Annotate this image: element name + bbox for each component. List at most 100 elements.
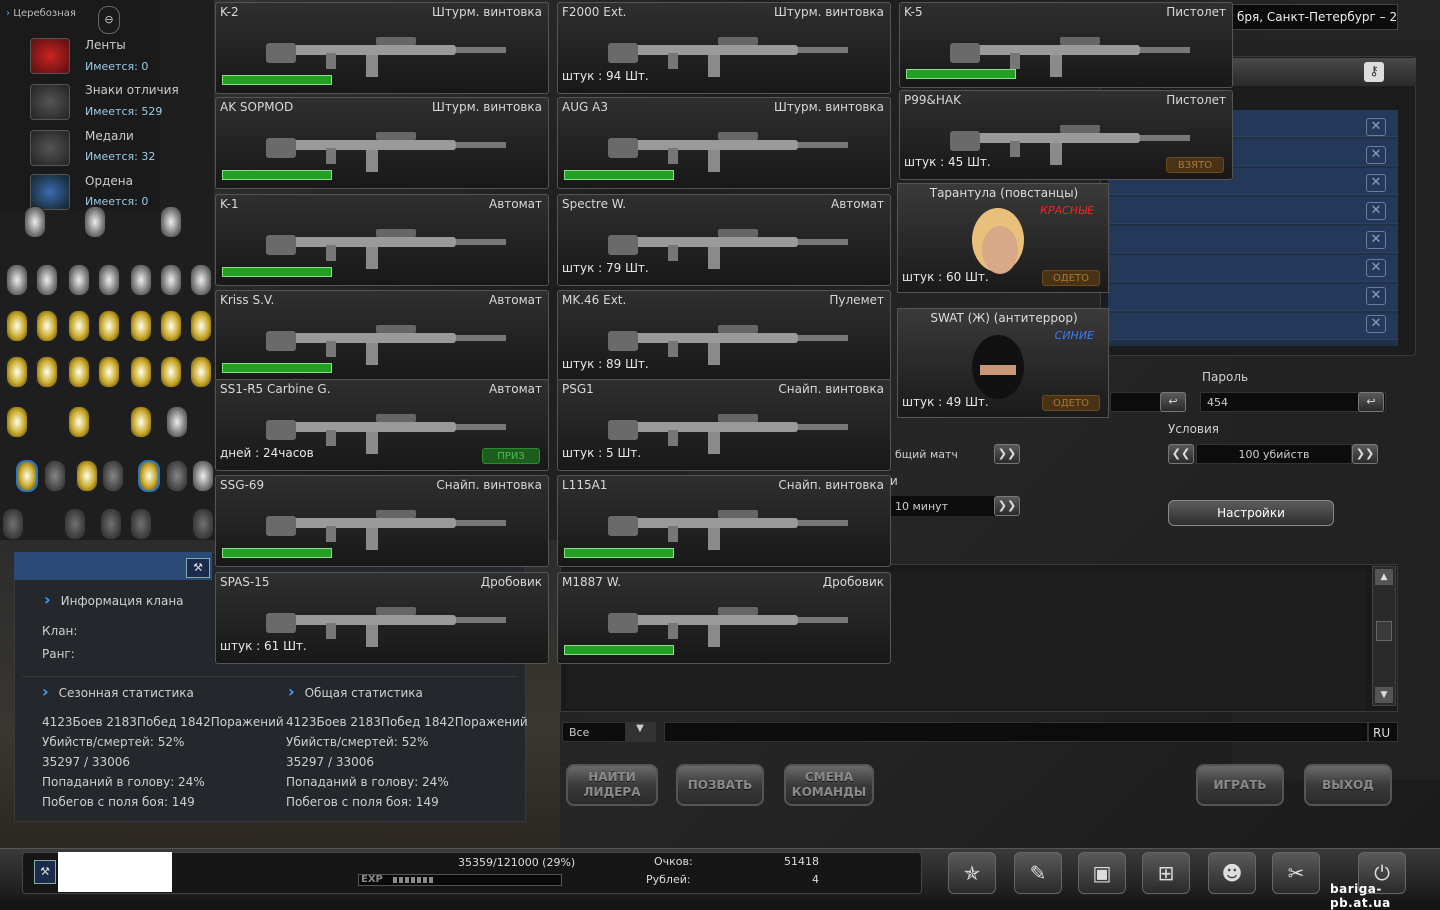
badge-icon[interactable] — [44, 460, 66, 492]
weapon-card[interactable]: M1887 W. Дробовик — [557, 572, 891, 664]
chevron-down-icon[interactable]: ▼ — [625, 723, 655, 741]
badge-icon[interactable] — [130, 310, 152, 342]
badge-icon[interactable] — [68, 356, 90, 388]
badge-icon[interactable] — [6, 264, 28, 296]
weapon-card[interactable]: K-2 Штурм. винтовка — [215, 2, 549, 94]
weapon-card[interactable]: AK SOPMOD Штурм. винтовка — [215, 97, 549, 189]
badge-icon[interactable] — [130, 508, 152, 540]
exit-button[interactable]: ВЫХОД — [1304, 764, 1392, 806]
close-icon[interactable]: ✕ — [1366, 287, 1386, 305]
badge-icon[interactable] — [160, 264, 182, 296]
weapon-card[interactable]: L115A1 Снайп. винтовка — [557, 475, 891, 567]
badge-icon[interactable] — [2, 508, 24, 540]
rank-title: › Церебозная — [6, 8, 76, 19]
close-icon[interactable]: ✕ — [1366, 118, 1386, 136]
badge-icon[interactable] — [68, 264, 90, 296]
badge-icon[interactable] — [100, 508, 122, 540]
badge-icon[interactable] — [64, 508, 86, 540]
next-arrow-icon[interactable]: ❯❯ — [994, 496, 1020, 516]
clan-icon[interactable]: ✎ — [1014, 852, 1062, 894]
badge-icon[interactable] — [130, 264, 152, 296]
badge-icon[interactable] — [190, 310, 212, 342]
shop-cart-icon[interactable]: ⊞ — [1142, 852, 1190, 894]
badge-icon[interactable] — [6, 356, 28, 388]
badge-icon[interactable] — [160, 206, 182, 238]
key-icon[interactable]: ⚷ — [1364, 62, 1384, 82]
badge-icon[interactable] — [84, 206, 106, 238]
weapon-type: Штурм. винтовка — [774, 100, 884, 114]
language-button[interactable]: RU — [1368, 722, 1398, 742]
weapon-card[interactable]: K-1 Автомат — [215, 194, 549, 286]
weapon-card[interactable]: Spectre W. Автомат штук : 79 Шт. — [557, 194, 891, 286]
badge-icon[interactable] — [192, 508, 214, 540]
arrow-icon[interactable]: ↩ — [1160, 392, 1186, 412]
weapon-card[interactable]: F2000 Ext. Штурм. винтовка штук : 94 Шт. — [557, 2, 891, 94]
badge-icon[interactable] — [98, 310, 120, 342]
change-team-button[interactable]: СМЕНА КОМАНДЫ — [784, 764, 874, 806]
close-icon[interactable]: ✕ — [1366, 259, 1386, 277]
prev-arrow-icon[interactable]: ❮❮ — [1168, 444, 1194, 464]
total-stat-line: Попаданий в голову: 24% — [286, 775, 449, 789]
badge-icon[interactable] — [130, 356, 152, 388]
weapon-card[interactable]: MK.46 Ext. Пулемет штук : 89 Шт. — [557, 290, 891, 382]
weapon-card[interactable]: SSG-69 Снайп. винтовка — [215, 475, 549, 567]
badge-icon[interactable] — [190, 356, 212, 388]
chat-scrollbar[interactable]: ▲ ▼ — [1372, 566, 1396, 706]
settings-wrench-icon[interactable]: ✂ — [1272, 852, 1320, 894]
chat-filter-select[interactable]: Все ▼ — [562, 722, 656, 742]
find-leader-button[interactable]: НАЙТИ ЛИДЕРА — [566, 764, 658, 806]
selected-badge-icon[interactable] — [138, 460, 160, 492]
weapon-card[interactable]: SPAS-15 Дробовик штук : 61 Шт. — [215, 572, 549, 664]
character-card[interactable]: SWAT (Ж) (антитеррор) СИНИЕ штук : 49 Шт. О… — [897, 308, 1109, 418]
badge-icon[interactable] — [190, 264, 212, 296]
weapon-card[interactable]: SS1-R5 Carbine G. Автомат дней : 24часов ПР… — [215, 379, 549, 471]
badge-icon[interactable] — [98, 356, 120, 388]
weapon-card[interactable]: K-5 Пистолет — [899, 2, 1233, 88]
weapon-card[interactable]: PSG1 Снайп. винтовка штук : 5 Шт. — [557, 379, 891, 471]
play-button[interactable]: ИГРАТЬ — [1196, 764, 1284, 806]
badge-icon[interactable] — [130, 406, 152, 438]
badge-icon[interactable] — [36, 310, 58, 342]
close-icon[interactable]: ✕ — [1366, 146, 1386, 164]
close-icon[interactable]: ✕ — [1366, 202, 1386, 220]
clan-mark-icon[interactable]: ⚒ — [186, 558, 210, 578]
character-card[interactable]: Тарантула (повстанцы) КРАСНЫЕ штук : 60 Шт… — [897, 183, 1109, 293]
settings-button[interactable]: Настройки — [1168, 500, 1334, 526]
badge-icon[interactable] — [192, 460, 214, 492]
arrow-icon[interactable]: ↩ — [1358, 392, 1384, 412]
badge-icon[interactable] — [166, 460, 188, 492]
chat-input[interactable] — [664, 722, 1368, 742]
scroll-down-icon[interactable]: ▼ — [1375, 687, 1393, 703]
friends-icon[interactable]: ☻ — [1208, 852, 1256, 894]
inventory-icon[interactable]: ▣ — [1078, 852, 1126, 894]
close-icon[interactable]: ✕ — [1366, 315, 1386, 333]
badge-icon[interactable] — [102, 460, 124, 492]
scroll-thumb[interactable] — [1376, 621, 1392, 641]
collapse-icon[interactable]: ⊖ — [98, 6, 120, 34]
badge-icon[interactable] — [166, 406, 188, 438]
weapon-card[interactable]: AUG A3 Штурм. винтовка — [557, 97, 891, 189]
rank-icon[interactable]: ✯ — [948, 852, 996, 894]
selected-badge-icon[interactable] — [16, 460, 38, 492]
badge-icon[interactable] — [36, 356, 58, 388]
badge-icon[interactable] — [160, 310, 182, 342]
close-icon[interactable]: ✕ — [1366, 231, 1386, 249]
badge-icon[interactable] — [36, 264, 58, 296]
badge-icon[interactable] — [98, 264, 120, 296]
scroll-up-icon[interactable]: ▲ — [1375, 569, 1393, 585]
badge-icon[interactable] — [160, 356, 182, 388]
badge-icon[interactable] — [76, 460, 98, 492]
weapon-card[interactable]: P99&HAK Пистолет штук : 45 Шт. ВЗЯТО — [899, 90, 1233, 180]
weapon-card[interactable]: Kriss S.V. Автомат — [215, 290, 549, 382]
status-badge: ОДЕТО — [1042, 270, 1100, 286]
badge-icon[interactable] — [6, 406, 28, 438]
badge-icon[interactable] — [68, 310, 90, 342]
badge-icon[interactable] — [24, 206, 46, 238]
invite-button[interactable]: ПОЗВАТЬ — [676, 764, 764, 806]
next-arrow-icon[interactable]: ❯❯ — [1352, 444, 1378, 464]
next-arrow-icon[interactable]: ❯❯ — [994, 444, 1020, 464]
close-icon[interactable]: ✕ — [1366, 174, 1386, 192]
season-stat-line: Убийств/смертей: 52% — [42, 735, 185, 749]
badge-icon[interactable] — [68, 406, 90, 438]
badge-icon[interactable] — [6, 310, 28, 342]
